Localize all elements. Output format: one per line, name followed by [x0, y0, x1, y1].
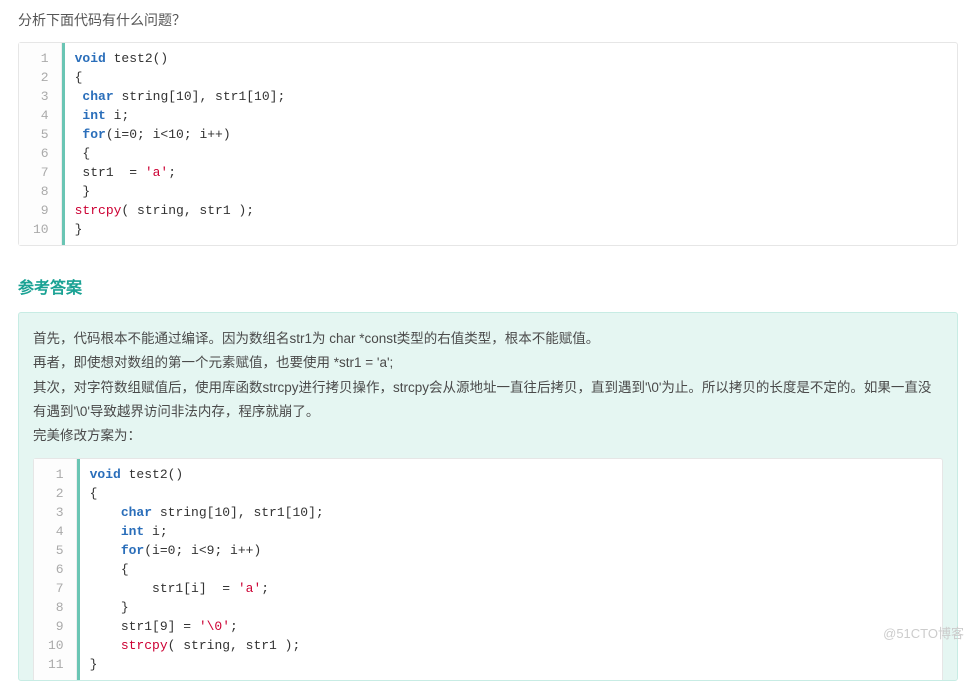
code-token: void: [90, 467, 129, 482]
code-block-answer: 1234567891011 void test2() { char string[…: [33, 458, 943, 680]
code-token: string[10], str1[10];: [160, 505, 324, 520]
gutter: 12345678910: [19, 43, 62, 245]
answer-paragraph: 完美修改方案为：: [33, 424, 943, 448]
code-token: char: [121, 505, 160, 520]
code-line: char string[10], str1[10];: [75, 87, 947, 106]
code-token: strcpy: [75, 203, 122, 218]
code-lines: void test2() { char string[10], str1[10];…: [77, 459, 942, 680]
line-number: 1: [44, 465, 68, 484]
code-token: ;: [230, 619, 238, 634]
code-line: }: [75, 220, 947, 239]
code-line: }: [90, 655, 932, 674]
code-token: 'a': [238, 581, 261, 596]
code-token: int: [82, 108, 113, 123]
code-line: str1[9] = '\0';: [90, 617, 932, 636]
code-token: 'a': [145, 165, 168, 180]
line-number: 2: [29, 68, 53, 87]
line-number: 4: [29, 106, 53, 125]
line-number: 3: [29, 87, 53, 106]
code-line: strcpy( string, str1 );: [75, 201, 947, 220]
code-token: (i=0; i<9; i++): [144, 543, 261, 558]
line-number: 5: [29, 125, 53, 144]
line-number: 10: [29, 220, 53, 239]
code-token: }: [90, 600, 129, 615]
code-token: (i=0; i<10; i++): [106, 127, 231, 142]
code-token: str1[9] =: [90, 619, 199, 634]
code-token: test2(): [129, 467, 184, 482]
code-line: for(i=0; i<10; i++): [75, 125, 947, 144]
code-token: [90, 638, 121, 653]
code-token: '\0': [199, 619, 230, 634]
code-token: }: [75, 222, 83, 237]
code-line: {: [90, 484, 932, 503]
code-line: void test2(): [75, 49, 947, 68]
code-token: void: [75, 51, 114, 66]
code-token: for: [121, 543, 144, 558]
gutter: 1234567891011: [34, 459, 77, 680]
code-token: ;: [168, 165, 176, 180]
code-token: int: [121, 524, 152, 539]
line-number: 7: [29, 163, 53, 182]
code-token: {: [90, 562, 129, 577]
code-line: for(i=0; i<9; i++): [90, 541, 932, 560]
line-number: 9: [29, 201, 53, 220]
code-token: }: [90, 657, 98, 672]
code-line: int i;: [90, 522, 932, 541]
code-line: }: [75, 182, 947, 201]
code-token: i;: [114, 108, 130, 123]
answer-heading: 参考答案: [18, 274, 958, 298]
code-token: ;: [261, 581, 269, 596]
code-token: {: [90, 486, 98, 501]
code-line: str1[i] = 'a';: [90, 579, 932, 598]
line-number: 4: [44, 522, 68, 541]
code-token: ( string, str1 );: [168, 638, 301, 653]
line-number: 10: [44, 636, 68, 655]
code-token: [90, 505, 121, 520]
line-number: 1: [29, 49, 53, 68]
code-line: }: [90, 598, 932, 617]
code-token: char: [82, 89, 121, 104]
line-number: 8: [44, 598, 68, 617]
line-number: 9: [44, 617, 68, 636]
line-number: 7: [44, 579, 68, 598]
code-line: {: [90, 560, 932, 579]
answer-box: 首先，代码根本不能通过编译。因为数组名str1为 char *const类型的右…: [18, 312, 958, 681]
code-token: test2(): [114, 51, 169, 66]
code-token: string[10], str1[10];: [121, 89, 285, 104]
code-token: [90, 543, 121, 558]
answer-paragraph: 其次，对字符数组赋值后，使用库函数strcpy进行拷贝操作，strcpy会从源地…: [33, 376, 943, 425]
code-lines: void test2() { char string[10], str1[10];…: [62, 43, 957, 245]
code-token: str1 =: [75, 165, 145, 180]
code-token: {: [75, 70, 83, 85]
code-token: {: [75, 146, 91, 161]
answer-paragraph: 再者，即使想对数组的第一个元素赋值，也要使用 *str1 = 'a';: [33, 351, 943, 375]
code-line: str1 = 'a';: [75, 163, 947, 182]
code-token: [90, 524, 121, 539]
line-number: 8: [29, 182, 53, 201]
code-line: void test2(): [90, 465, 932, 484]
answer-paragraph: 首先，代码根本不能通过编译。因为数组名str1为 char *const类型的右…: [33, 327, 943, 351]
code-token: }: [75, 184, 91, 199]
code-line: strcpy( string, str1 );: [90, 636, 932, 655]
code-block-question: 12345678910 void test2() { char string[10…: [18, 42, 958, 246]
question-title: 分析下面代码有什么问题？: [18, 10, 958, 30]
code-token: str1[i] =: [90, 581, 238, 596]
code-token: i;: [152, 524, 168, 539]
line-number: 3: [44, 503, 68, 522]
line-number: 2: [44, 484, 68, 503]
code-line: {: [75, 68, 947, 87]
line-number: 6: [29, 144, 53, 163]
code-line: int i;: [75, 106, 947, 125]
line-number: 5: [44, 541, 68, 560]
answer-text: 首先，代码根本不能通过编译。因为数组名str1为 char *const类型的右…: [33, 327, 943, 448]
code-line: char string[10], str1[10];: [90, 503, 932, 522]
code-token: for: [82, 127, 105, 142]
code-token: strcpy: [121, 638, 168, 653]
code-token: ( string, str1 );: [121, 203, 254, 218]
code-line: {: [75, 144, 947, 163]
line-number: 6: [44, 560, 68, 579]
line-number: 11: [44, 655, 68, 674]
